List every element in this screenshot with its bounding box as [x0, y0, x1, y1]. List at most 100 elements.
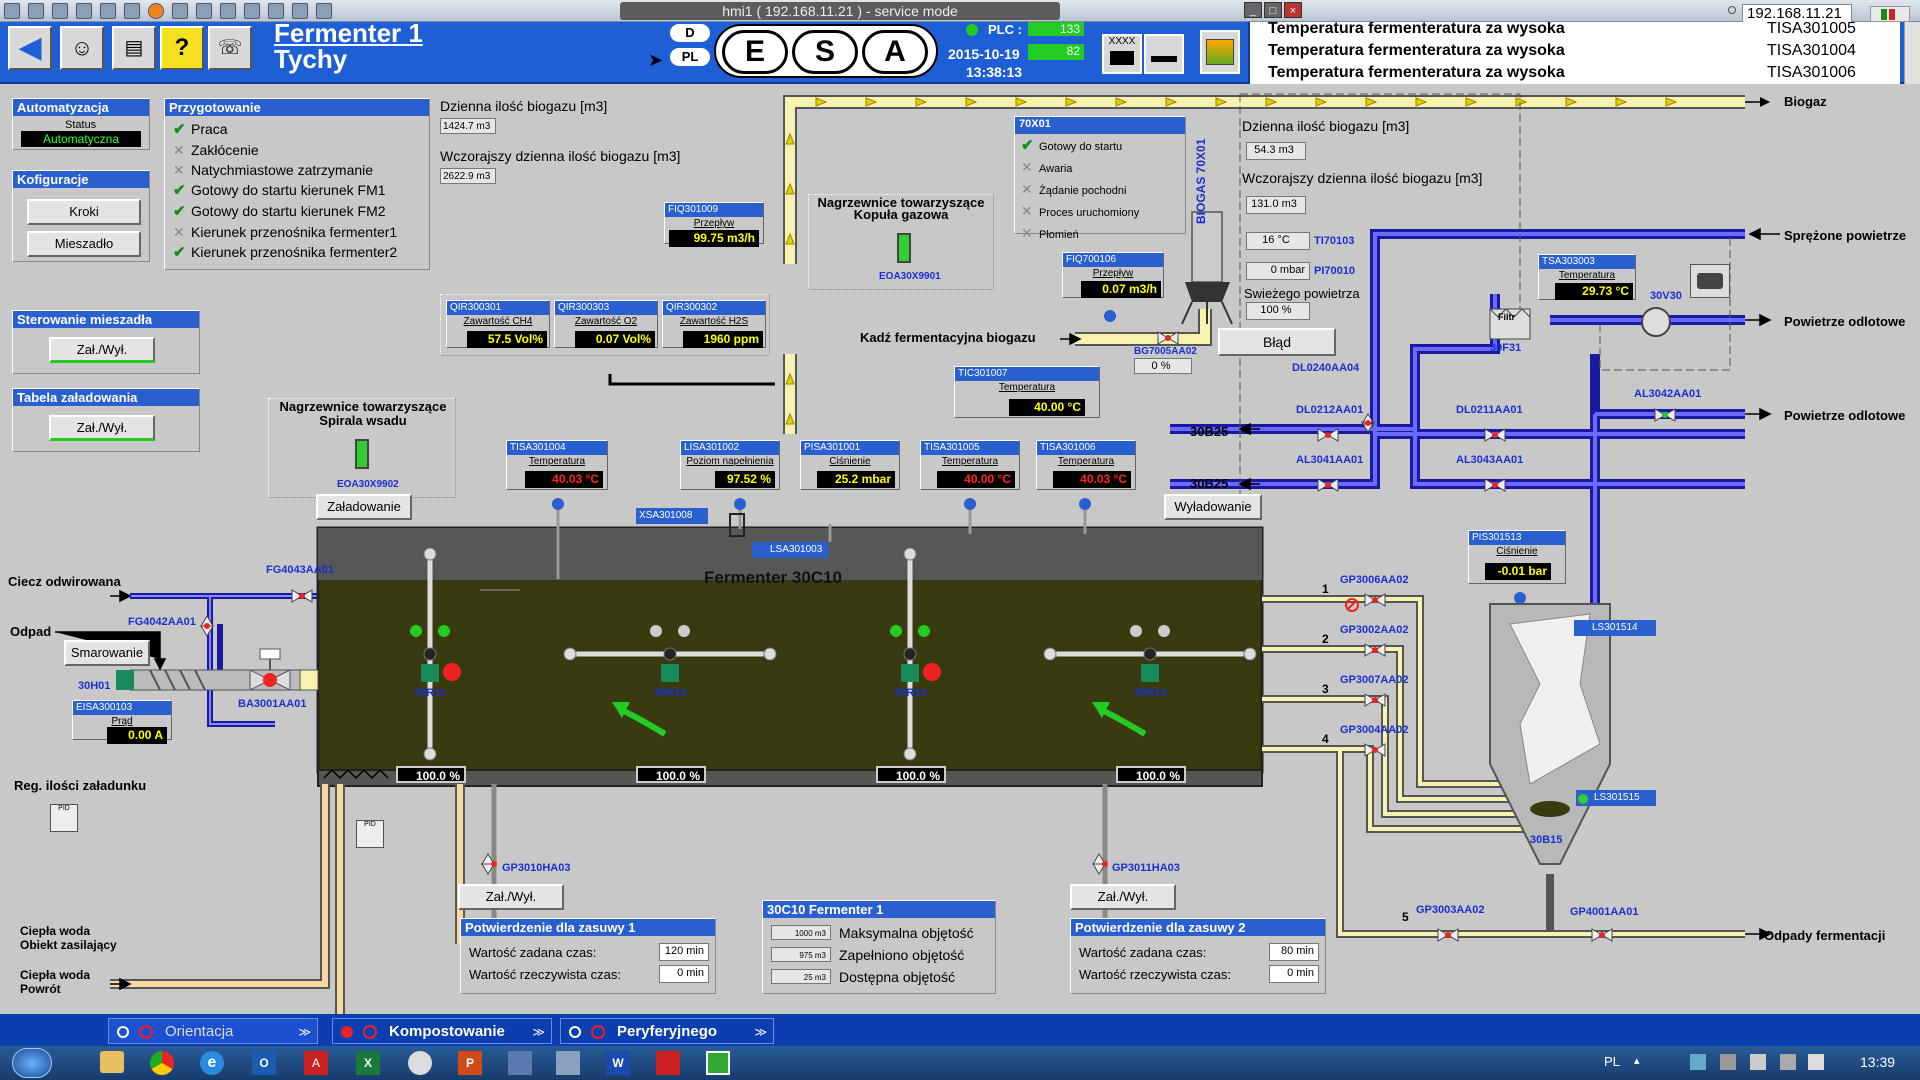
lubricate-button[interactable]: Smarowanie: [64, 640, 150, 666]
tray-network-icon[interactable]: [1690, 1054, 1706, 1070]
load-table-onoff-button[interactable]: Zał./Wył.: [49, 415, 155, 441]
tsa303003-tag[interactable]: TSA303003 Temperatura 29.73 °C: [1538, 254, 1636, 300]
hmi-app-icon[interactable]: [656, 1051, 680, 1075]
alarm-row[interactable]: Temperatura fermenteratura za wysoka TISA…: [1250, 40, 1900, 62]
tab-composting[interactable]: Kompostowanie ≫: [332, 1018, 552, 1044]
lsa301003-tag[interactable]: LSA301003: [752, 542, 828, 558]
pdf-icon[interactable]: A: [304, 1051, 328, 1075]
qir300302-tag[interactable]: QIR300302 Zawartość H2S 1960 ppm: [662, 300, 766, 348]
chrome-icon[interactable]: [150, 1051, 174, 1075]
alarm-list[interactable]: Temperatura fermenteratura za wysoka TISA…: [1248, 22, 1900, 84]
mixer-button[interactable]: Mieszadło: [27, 231, 141, 257]
expand-icon: ≫: [298, 1025, 311, 1039]
load-button[interactable]: Załadowanie: [316, 494, 412, 520]
chart-icon[interactable]: [292, 3, 308, 19]
grid-icon[interactable]: [196, 3, 212, 19]
document-icon[interactable]: [268, 3, 284, 19]
users-icon[interactable]: ☺: [60, 26, 104, 70]
pid-icon[interactable]: PID: [50, 804, 78, 832]
export-icon[interactable]: [316, 3, 332, 19]
back-icon[interactable]: ◀: [8, 26, 52, 70]
help-icon[interactable]: ?: [160, 26, 204, 70]
fiq301009-tag[interactable]: FIQ301009 Przepływ 99.75 m3/h: [664, 202, 764, 247]
landscape-icon[interactable]: [1200, 30, 1240, 74]
trend-icon[interactable]: [244, 3, 260, 19]
volume-icon[interactable]: [1808, 1054, 1824, 1070]
folder-icon[interactable]: [100, 1051, 124, 1073]
x-icon: ✕: [173, 162, 185, 178]
ls301514-tag[interactable]: LS301514: [1574, 620, 1656, 636]
minimize-button[interactable]: _: [1244, 2, 1262, 18]
cursor-icon: ➤: [648, 50, 664, 70]
alarm-row[interactable]: Temperatura fermenteratura za wysoka TISA…: [1250, 62, 1900, 84]
lisa301002-tag[interactable]: LISA301002 Poziom napełnienia 97.52 %: [680, 440, 780, 490]
tray-icon[interactable]: [1750, 1054, 1766, 1070]
d-button[interactable]: D: [670, 24, 710, 42]
maximize-button[interactable]: □: [1264, 2, 1282, 18]
outlook-icon[interactable]: O: [252, 1051, 276, 1075]
monitor-icon[interactable]: [220, 3, 236, 19]
phone-icon[interactable]: ☏: [208, 26, 252, 70]
valve1-onoff-button[interactable]: Zał./Wył.: [458, 884, 564, 910]
tray-app-icon[interactable]: [1720, 1054, 1736, 1070]
error-button[interactable]: Błąd: [1218, 328, 1336, 356]
ie-icon[interactable]: e: [200, 1051, 224, 1075]
pisa301001-tag[interactable]: PISA301001 Ciśnienie 25.2 mbar: [800, 440, 900, 490]
ip-address-field[interactable]: 192.168.11.21: [1742, 4, 1852, 24]
pl-button[interactable]: PL: [670, 48, 710, 66]
excel-icon[interactable]: X: [356, 1051, 380, 1075]
language-indicator[interactable]: PL: [1604, 1054, 1620, 1069]
print-icon[interactable]: [124, 3, 140, 19]
unload-button[interactable]: Wyładowanie: [1164, 494, 1262, 520]
network-app-icon[interactable]: [508, 1051, 532, 1075]
alarm-icon[interactable]: [148, 3, 164, 19]
pis301513-tag[interactable]: PIS301513 Ciśnienie -0.01 bar: [1468, 530, 1566, 584]
window-app-icon[interactable]: [556, 1051, 580, 1075]
close-button[interactable]: ×: [1284, 2, 1302, 18]
tisa301005-tag[interactable]: TISA301005 Temperatura 40.00 °C: [920, 440, 1020, 490]
pid-icon[interactable]: PID: [356, 820, 384, 848]
daily-biogas-label: Dzienna ilość biogazu [m3]: [440, 98, 608, 114]
app-icon[interactable]: [408, 1051, 432, 1075]
printer-icon[interactable]: ▤: [112, 26, 156, 70]
taskbar-clock[interactable]: 13:39: [1860, 1054, 1895, 1070]
settings-icon[interactable]: [100, 3, 116, 19]
window-icon[interactable]: [172, 3, 188, 19]
tray-flag-icon[interactable]: [1780, 1054, 1796, 1070]
mixer-speed-4: 100.0 %: [1116, 766, 1186, 783]
app-icon[interactable]: [4, 3, 20, 19]
eisa300103-tag[interactable]: EISA300103 Prąd 0.00 A: [72, 700, 172, 744]
tisa301006-tag[interactable]: TISA301006 Temperatura 40.03 °C: [1036, 440, 1136, 490]
word-icon[interactable]: W: [606, 1051, 630, 1075]
ls301515-tag[interactable]: LS301515: [1576, 790, 1656, 806]
tic301007-tag[interactable]: TIC301007 Temperatura 40.00 °C: [954, 366, 1100, 418]
battery-icon[interactable]: [1144, 34, 1184, 74]
alarm-row[interactable]: Temperatura fermenteratura za wysoka TISA…: [1250, 22, 1900, 40]
mixer-speed-1: 100.0 %: [396, 766, 466, 783]
heater-indicator-icon: [355, 439, 369, 469]
check-icon: ✔: [173, 121, 186, 138]
valve2-onoff-button[interactable]: Zał./Wył.: [1070, 884, 1176, 910]
tisa301004-tag[interactable]: TISA301004 Temperatura 40.03 °C: [506, 440, 608, 490]
qir300303-tag[interactable]: QIR300303 Zawartość O2 0.07 Vol%: [554, 300, 658, 348]
engine-icon[interactable]: [1690, 264, 1730, 298]
tray-expand-icon[interactable]: ▴: [1634, 1054, 1640, 1067]
powerpoint-icon[interactable]: P: [458, 1051, 482, 1075]
toolbar-icon[interactable]: [28, 3, 44, 19]
xsa301008-tag[interactable]: XSA301008: [636, 508, 708, 524]
prep-item: ✔ Praca: [173, 121, 228, 138]
steps-button[interactable]: Kroki: [27, 199, 141, 225]
refresh-icon[interactable]: [76, 3, 92, 19]
xxxx-button[interactable]: XXXX: [1102, 34, 1142, 74]
start-button[interactable]: [12, 1048, 52, 1078]
fiq700106-tag[interactable]: FIQ700106 Przepływ 0.07 m3/h: [1062, 252, 1164, 298]
x-icon: ✕: [173, 142, 185, 158]
alarm-scrollbar[interactable]: [1904, 22, 1920, 84]
qir300301-tag[interactable]: QIR300301 Zawartość CH4 57.5 Vol%: [446, 300, 550, 348]
tab-peripheral[interactable]: Peryferyjnego ≫: [560, 1018, 774, 1044]
mixer-onoff-button[interactable]: Zał./Wył.: [49, 337, 155, 363]
radio-icon[interactable]: [1728, 6, 1736, 14]
tools-icon[interactable]: [52, 3, 68, 19]
remote-app-icon[interactable]: [706, 1051, 730, 1075]
tab-orientation[interactable]: Orientacja ≫: [108, 1018, 318, 1044]
